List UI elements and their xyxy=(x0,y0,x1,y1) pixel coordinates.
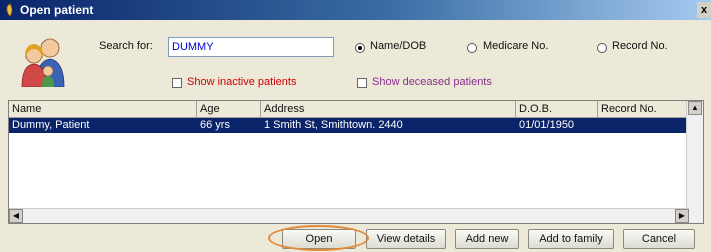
add-to-family-button[interactable]: Add to family xyxy=(528,229,614,249)
search-input[interactable] xyxy=(168,37,334,57)
add-new-button[interactable]: Add new xyxy=(455,229,519,249)
open-patient-dialog: Open patient x Search for: Name/DOB Medi… xyxy=(0,0,711,252)
scroll-right-icon[interactable]: ▶ xyxy=(675,209,689,223)
show-inactive-label: Show inactive patients xyxy=(187,76,297,88)
col-age[interactable]: Age xyxy=(197,101,261,117)
patient-list[interactable]: Name Age Address D.O.B. Record No. Dummy… xyxy=(8,100,704,224)
radio-medicare-no-label: Medicare No. xyxy=(483,40,549,52)
col-address[interactable]: Address xyxy=(261,101,516,117)
radio-record-no-label: Record No. xyxy=(612,40,668,52)
scroll-left-icon[interactable]: ◀ xyxy=(9,209,23,223)
cell-age: 66 yrs xyxy=(200,119,230,131)
close-icon[interactable]: x xyxy=(697,2,711,18)
radio-record-no[interactable] xyxy=(597,43,607,53)
app-icon xyxy=(6,3,13,17)
show-inactive-checkbox[interactable] xyxy=(172,78,182,88)
view-details-button[interactable]: View details xyxy=(366,229,446,249)
radio-name-dob[interactable] xyxy=(355,43,365,53)
title-bar: Open patient x xyxy=(0,0,711,20)
cancel-button[interactable]: Cancel xyxy=(623,229,695,249)
open-button[interactable]: Open xyxy=(282,229,356,249)
show-deceased-label: Show deceased patients xyxy=(372,76,492,88)
vertical-scrollbar[interactable]: ▲ xyxy=(686,101,703,223)
radio-name-dob-label: Name/DOB xyxy=(370,40,427,52)
cell-dob: 01/01/1950 xyxy=(519,119,575,131)
cell-record-no xyxy=(598,118,601,133)
horizontal-scrollbar[interactable]: ◀ ▶ xyxy=(9,208,689,223)
radio-medicare-no[interactable] xyxy=(467,43,477,53)
cell-name: Dummy, Patient xyxy=(12,119,90,131)
patient-avatar-icon xyxy=(21,38,65,87)
table-row[interactable]: Dummy, Patient 66 yrs 1 Smith St, Smitht… xyxy=(9,118,689,133)
cell-address: 1 Smith St, Smithtown. 2440 xyxy=(264,119,403,131)
list-header: Name Age Address D.O.B. Record No. xyxy=(9,101,689,118)
scroll-up-icon[interactable]: ▲ xyxy=(688,101,702,115)
col-dob[interactable]: D.O.B. xyxy=(516,101,598,117)
col-record-no[interactable]: Record No. xyxy=(598,101,689,117)
show-deceased-checkbox[interactable] xyxy=(357,78,367,88)
search-label: Search for: xyxy=(99,40,153,52)
col-name[interactable]: Name xyxy=(9,101,197,117)
window-title: Open patient xyxy=(20,3,94,17)
